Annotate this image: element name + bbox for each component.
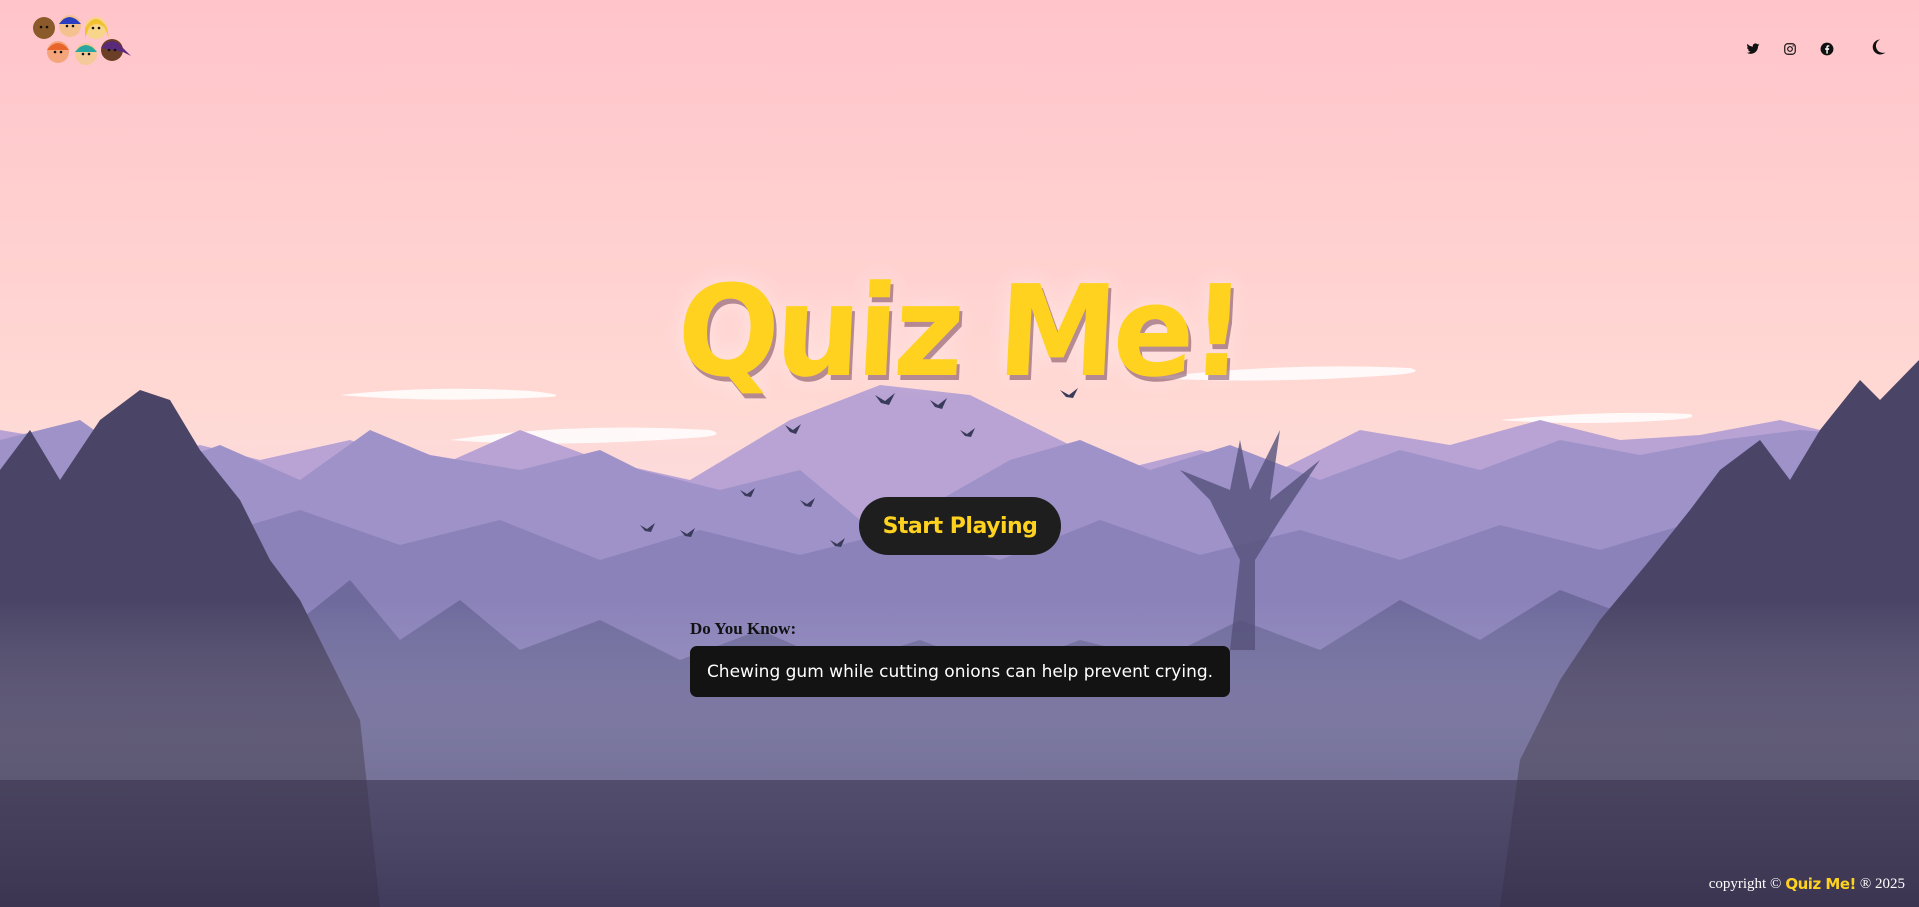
copyright-prefix: copyright © [1708,875,1782,892]
fact-text: Chewing gum while cutting onions can hel… [706,661,1214,682]
kids-faces-logo[interactable] [28,14,136,78]
instagram-icon[interactable] [1779,38,1801,60]
footer-brand: Quiz Me! [1785,875,1856,893]
quiz-title: Quiz Me! [674,259,1246,406]
copyright-suffix: ® 2025 [1859,875,1905,892]
fact-box: Chewing gum while cutting onions can hel… [690,646,1230,697]
footer-copyright: copyright © Quiz Me! ® 2025 [1709,875,1905,893]
moon-icon[interactable] [1867,36,1889,58]
do-you-know-label: Do You Know: [690,619,797,638]
landscape-background [0,0,1919,907]
twitter-icon[interactable] [1742,38,1764,60]
facebook-icon[interactable] [1816,38,1838,60]
start-playing-button[interactable]: Start Playing [859,497,1061,555]
